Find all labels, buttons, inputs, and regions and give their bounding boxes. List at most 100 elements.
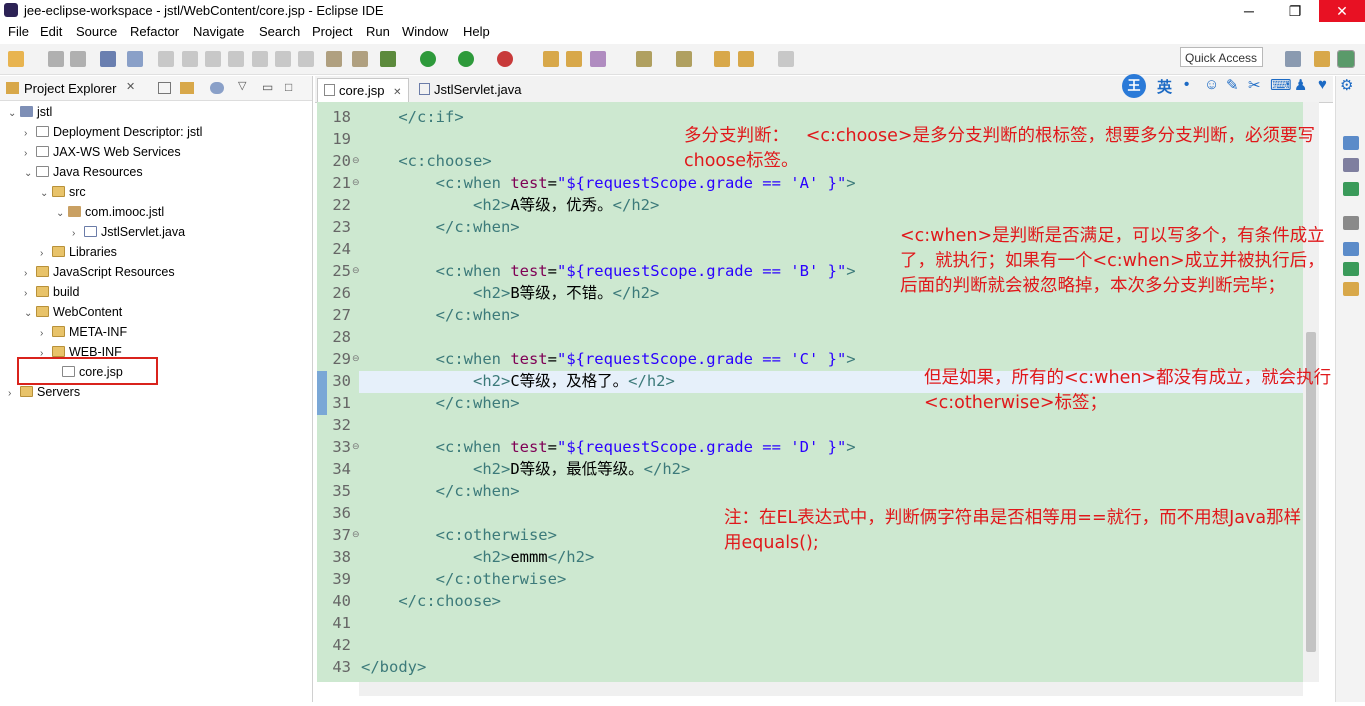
code-line[interactable]: </c:when> [361, 216, 520, 238]
variables-icon[interactable] [1343, 158, 1359, 172]
tree-item[interactable]: ⌄ Java Resources [24, 162, 143, 182]
code-line[interactable]: <c:otherwise> [361, 524, 557, 546]
tree-item[interactable]: › JavaScript Resources [24, 262, 175, 282]
code-line[interactable]: </c:when> [361, 392, 520, 414]
code-line[interactable]: <h2>A等级，优秀。</h2> [361, 194, 659, 216]
build-icon[interactable] [352, 51, 368, 67]
tree-item[interactable]: ⌄ src [40, 182, 86, 202]
menu-search[interactable]: Search [259, 24, 300, 39]
quick-access-input[interactable]: Quick Access [1180, 47, 1263, 67]
menu-run[interactable]: Run [366, 24, 390, 39]
code-line[interactable]: <c:when test="${requestScope.grade == 'A… [361, 172, 856, 194]
tree-item[interactable]: ⌄ com.imooc.jstl [56, 202, 164, 222]
tab-close-icon[interactable]: ✕ [393, 87, 401, 98]
expanded-arrow-icon[interactable]: ⌄ [40, 184, 52, 204]
tab-core-jsp[interactable]: core.jsp ✕ [317, 78, 409, 102]
code-line[interactable]: </c:when> [361, 304, 520, 326]
close-button[interactable]: ✕ [1319, 0, 1365, 22]
terminal-icon[interactable] [100, 51, 116, 67]
collapsed-arrow-icon[interactable]: › [24, 284, 36, 304]
debug-icon[interactable] [380, 51, 396, 67]
user-icon[interactable]: ♟ [1294, 76, 1307, 94]
emoji-icon[interactable]: ☺ [1204, 76, 1219, 93]
problems-icon[interactable] [1343, 282, 1359, 296]
horizontal-scrollbar[interactable] [359, 682, 1303, 696]
tree-item[interactable]: › JstlServlet.java [72, 222, 185, 242]
expanded-arrow-icon[interactable]: ⌄ [8, 104, 20, 124]
menu-refactor[interactable]: Refactor [130, 24, 179, 39]
menu-edit[interactable]: Edit [40, 24, 62, 39]
tools-icon[interactable]: ✂ [1248, 76, 1261, 94]
suspend-icon[interactable] [182, 51, 198, 67]
menu-file[interactable]: File [8, 24, 29, 39]
expanded-arrow-icon[interactable]: ⌄ [56, 204, 68, 224]
code-line[interactable]: </c:choose> [361, 590, 501, 612]
step-return-icon[interactable] [298, 51, 314, 67]
terminate-icon[interactable] [205, 51, 221, 67]
step-over-icon[interactable] [275, 51, 291, 67]
tree-item[interactable]: ⌄ jstl [8, 102, 52, 122]
ime-logo[interactable]: 王 [1122, 74, 1146, 98]
step-into-icon[interactable] [252, 51, 268, 67]
maximize-view-icon[interactable]: □ [285, 80, 292, 94]
external-tools-icon[interactable] [497, 51, 513, 67]
menu-navigate[interactable]: Navigate [193, 24, 244, 39]
tree-item[interactable]: › Libraries [40, 242, 117, 262]
code-line[interactable]: <c:choose> [361, 150, 491, 172]
resume-icon[interactable] [158, 51, 174, 67]
run-icon[interactable] [420, 51, 436, 67]
tree-item[interactable]: › build [24, 282, 79, 302]
new-package-icon[interactable] [543, 51, 559, 67]
ime-lang[interactable]: 英 [1157, 76, 1172, 97]
skip-breakpoints-icon[interactable] [127, 51, 143, 67]
settings-icon[interactable]: ⚙ [1340, 76, 1353, 94]
view-menu-icon[interactable]: ▽ [238, 79, 246, 92]
skin-icon[interactable]: ♥ [1318, 76, 1327, 93]
punctuation-icon[interactable]: • [1184, 76, 1189, 93]
menu-help[interactable]: Help [463, 24, 490, 39]
code-line[interactable]: </body> [361, 656, 426, 678]
tree-item[interactable]: › META-INF [40, 322, 127, 342]
debug-perspective-icon[interactable] [1337, 50, 1355, 68]
code-line[interactable]: <c:when test="${requestScope.grade == 'B… [361, 260, 856, 282]
java-ee-perspective-icon[interactable] [1314, 51, 1330, 67]
maximize-button[interactable]: ❐ [1272, 0, 1318, 22]
menu-source[interactable]: Source [76, 24, 117, 39]
new-icon[interactable] [8, 51, 24, 67]
save-icon[interactable] [48, 51, 64, 67]
open-perspective-icon[interactable] [1285, 51, 1301, 67]
tree-item[interactable]: › Deployment Descriptor: jstl [24, 122, 202, 142]
tree-item[interactable]: ⌄ WebContent [24, 302, 122, 322]
servers-icon[interactable] [1343, 262, 1359, 276]
collapsed-arrow-icon[interactable]: › [40, 324, 52, 344]
collapsed-arrow-icon[interactable]: › [40, 244, 52, 264]
menu-window[interactable]: Window [402, 24, 448, 39]
breakpoints-icon[interactable] [1343, 182, 1359, 196]
minimize-button[interactable]: ─ [1226, 0, 1272, 22]
code-line[interactable]: <h2>D等级，最低等级。</h2> [361, 458, 690, 480]
explorer-close-icon[interactable]: ✕ [126, 80, 135, 93]
pen-icon[interactable]: ✎ [1226, 76, 1239, 94]
last-edit-icon[interactable] [676, 51, 692, 67]
minimize-view-icon[interactable]: ▭ [262, 80, 273, 94]
tree-item[interactable]: › Servers [8, 382, 80, 402]
console-icon[interactable] [1343, 216, 1359, 230]
collapse-all-icon[interactable] [158, 82, 171, 94]
tree-item[interactable]: › JAX-WS Web Services [24, 142, 181, 162]
tasks-icon[interactable] [1343, 242, 1359, 256]
tab-jstlservlet-java[interactable]: JstlServlet.java [413, 78, 533, 102]
disconnect-icon[interactable] [228, 51, 244, 67]
open-type-icon[interactable] [566, 51, 582, 67]
save-all-icon[interactable] [70, 51, 86, 67]
code-line[interactable]: <h2>emmm</h2> [361, 546, 594, 568]
code-line[interactable]: <c:when test="${requestScope.grade == 'D… [361, 436, 856, 458]
code-line[interactable]: </c:if> [361, 106, 463, 128]
collapsed-arrow-icon[interactable]: › [72, 224, 84, 244]
search-tool-icon[interactable] [590, 51, 606, 67]
annotation-nav-icon[interactable] [636, 51, 652, 67]
focus-icon[interactable] [210, 82, 224, 94]
outline-icon[interactable] [1343, 136, 1359, 150]
menu-project[interactable]: Project [312, 24, 352, 39]
back-arrow-icon[interactable] [738, 51, 754, 67]
collapsed-arrow-icon[interactable]: › [8, 384, 20, 404]
